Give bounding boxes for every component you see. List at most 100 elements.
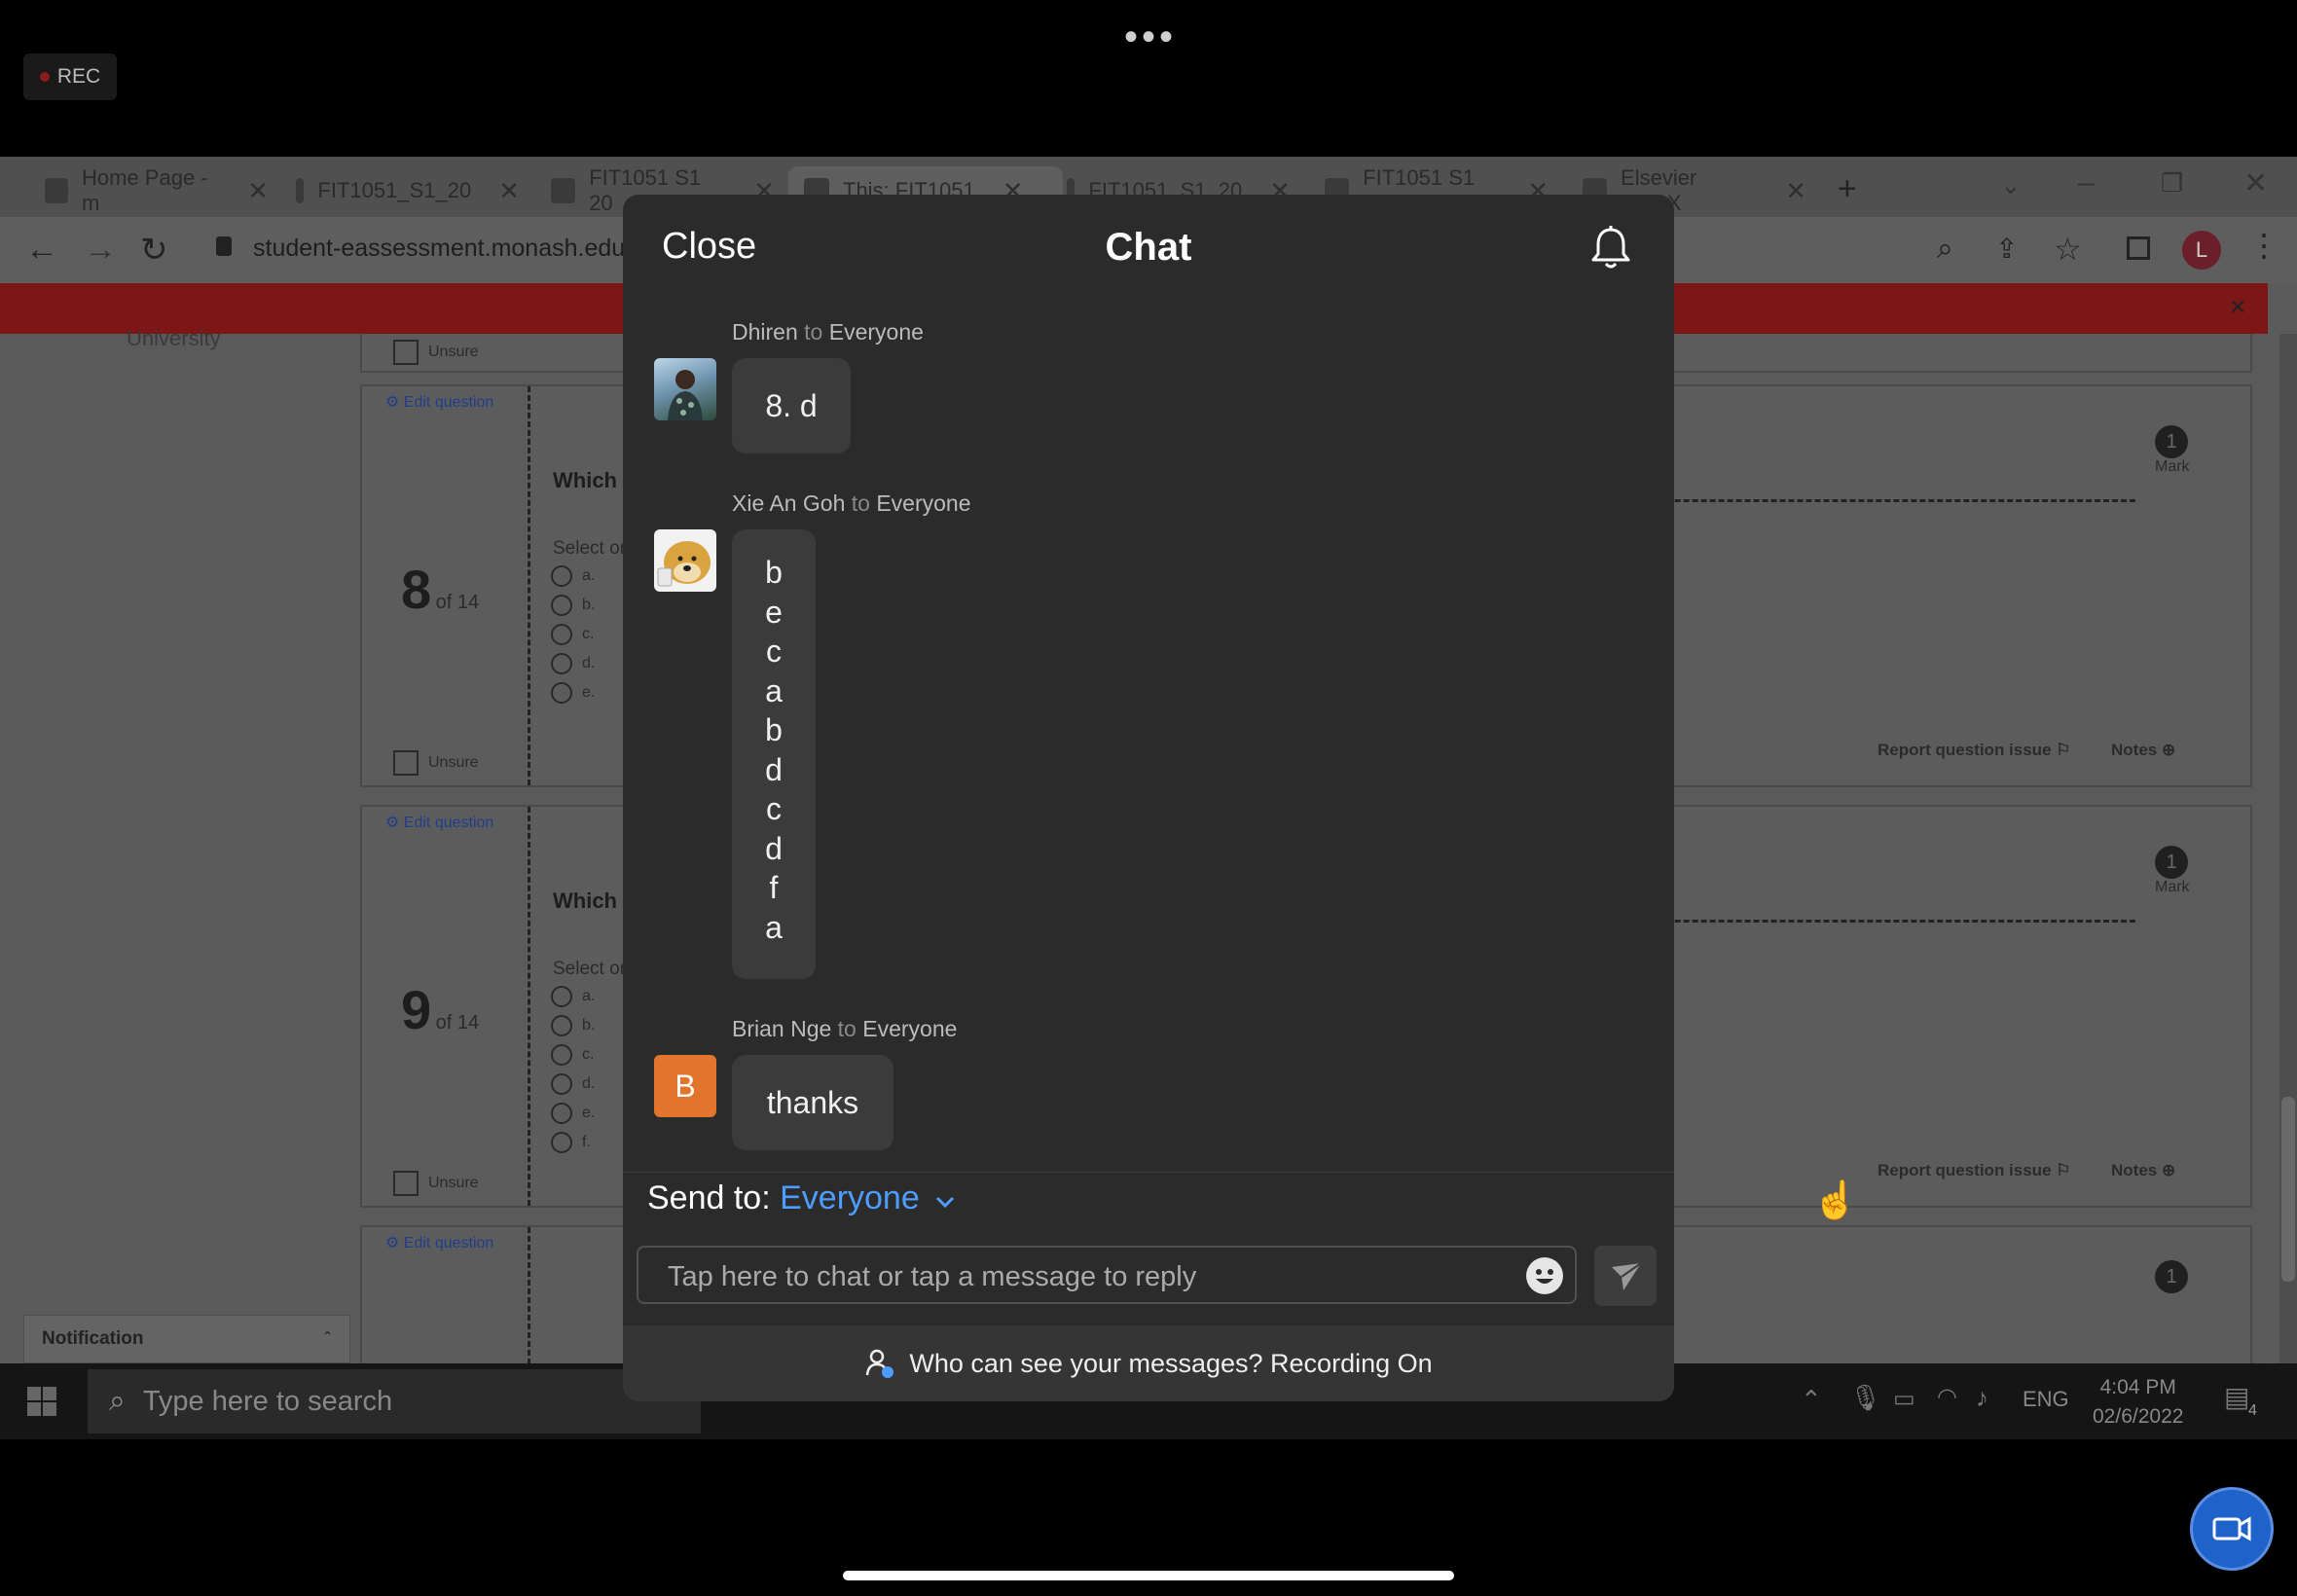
message-bubble[interactable]: thanks (732, 1055, 893, 1150)
profile-avatar[interactable]: L (2182, 231, 2221, 270)
report-issue-link[interactable]: Report question issue ⚐ (1878, 1161, 2071, 1180)
close-window-icon[interactable]: ✕ (2243, 166, 2268, 200)
unsure-label: Unsure (428, 1175, 479, 1191)
clock-date: 02/6/2022 (2093, 1405, 2184, 1428)
option-e[interactable]: e. (551, 1103, 595, 1124)
avatar (654, 358, 716, 420)
edit-question-link[interactable]: ⚙ Edit question (385, 1233, 493, 1252)
recipient-name: Everyone (828, 319, 924, 345)
edit-question-link[interactable]: ⚙ Edit question (385, 392, 493, 412)
edit-question-link[interactable]: ⚙ Edit question (385, 813, 493, 832)
radio-icon (551, 624, 572, 645)
close-tab-icon[interactable]: ✕ (498, 176, 520, 206)
option-a[interactable]: a. (551, 986, 595, 1007)
option-d[interactable]: d. (551, 1073, 595, 1095)
windows-start-icon[interactable] (27, 1387, 56, 1416)
option-label: c. (582, 626, 595, 642)
url-field[interactable]: student-eassessment.monash.edu (253, 235, 625, 263)
bookmark-star-icon[interactable]: ☆ (2054, 231, 2082, 268)
notification-panel[interactable]: Notification ˆ (23, 1315, 350, 1363)
menu-kebab-icon[interactable]: ⋮ (2248, 227, 2279, 264)
option-f[interactable]: f. (551, 1132, 595, 1153)
forward-icon[interactable]: → (84, 231, 117, 269)
university-logo-text: University (127, 326, 221, 350)
option-d[interactable]: d. (551, 653, 595, 674)
notification-count: 4 (2248, 1402, 2257, 1419)
question-number: 9 of 14 (401, 978, 479, 1041)
browser-tab[interactable]: Home Page - m ✕ (29, 165, 284, 215)
notes-link[interactable]: Notes ⊕ (2111, 741, 2175, 760)
zoom-icon[interactable]: ⌕ (1937, 233, 1953, 266)
unsure-label: Unsure (428, 344, 479, 360)
send-to-selector[interactable]: Send to: Everyone (647, 1179, 956, 1217)
mark-label: Mark (2155, 879, 2190, 895)
send-icon[interactable] (1594, 1246, 1657, 1306)
notes-label: Notes (2111, 741, 2158, 759)
checkbox-icon (393, 750, 419, 776)
radio-icon (551, 1103, 572, 1124)
option-label: f. (582, 1134, 591, 1150)
emoji-icon[interactable] (1526, 1257, 1563, 1294)
share-icon[interactable]: ⇪ (1995, 233, 2018, 265)
side-panel-icon[interactable] (2127, 236, 2150, 260)
more-options-icon[interactable]: ••• (1124, 16, 1177, 59)
checkbox-icon (393, 1171, 419, 1196)
chat-title: Chat (1105, 226, 1192, 269)
scrollbar[interactable] (2279, 334, 2297, 1439)
radio-icon (551, 595, 572, 616)
language-indicator[interactable]: ENG (2023, 1387, 2069, 1412)
user-privacy-icon (866, 1349, 894, 1378)
scrollbar-thumb[interactable] (2281, 1097, 2295, 1282)
report-issue-link[interactable]: Report question issue ⚐ (1878, 741, 2071, 760)
home-indicator[interactable] (843, 1571, 1454, 1580)
mark-value: 1 (2155, 425, 2188, 458)
option-b[interactable]: b. (551, 1015, 595, 1036)
hand-cursor-icon: ☝ (1812, 1180, 1859, 1221)
bell-icon[interactable] (1589, 224, 1632, 271)
recipient-name: Everyone (862, 1016, 958, 1041)
banner-close-icon[interactable]: ✕ (2229, 295, 2246, 320)
option-c[interactable]: c. (551, 1044, 595, 1066)
option-a[interactable]: a. (551, 565, 595, 587)
message-bubble[interactable]: b e c a b d c d f a (732, 529, 816, 979)
options-list: a. b. c. d. e. (551, 565, 595, 704)
option-c[interactable]: c. (551, 624, 595, 645)
radio-icon (551, 682, 572, 704)
option-label: b. (582, 597, 596, 613)
video-camera-button[interactable] (2190, 1487, 2274, 1571)
message-bubble[interactable]: 8. d (732, 358, 851, 453)
new-tab-icon[interactable]: + (1838, 170, 1857, 208)
notes-link[interactable]: Notes ⊕ (2111, 1161, 2175, 1180)
message-sender: Dhiren to Everyone (732, 319, 924, 345)
privacy-footer[interactable]: Who can see your messages? Recording On (623, 1325, 1674, 1401)
tab-search-icon[interactable]: ⌄ (2000, 170, 2022, 200)
reload-icon[interactable]: ↻ (140, 231, 168, 270)
mark-label: Mark (2155, 458, 2190, 475)
divider-line (528, 807, 530, 1206)
chat-input[interactable]: Tap here to chat or tap a message to rep… (637, 1246, 1577, 1304)
minimize-icon[interactable]: – (2078, 166, 2095, 200)
unsure-checkbox[interactable]: Unsure (393, 750, 479, 776)
video-camera-icon (2212, 1516, 2251, 1542)
option-b[interactable]: b. (551, 595, 595, 616)
browser-tab[interactable]: FIT1051_S1_20 ✕ (280, 166, 535, 215)
restore-icon[interactable]: ❐ (2161, 168, 2183, 199)
close-tab-icon[interactable]: ✕ (247, 176, 269, 206)
unsure-checkbox[interactable]: Unsure (393, 340, 479, 365)
option-e[interactable]: e. (551, 682, 595, 704)
action-center-icon[interactable]: ▤ (2224, 1381, 2249, 1413)
radio-icon (551, 986, 572, 1007)
edit-question-label: Edit question (403, 1235, 494, 1251)
back-icon[interactable]: ← (25, 231, 58, 269)
close-tab-icon[interactable]: ✕ (1785, 176, 1806, 206)
clock[interactable]: 4:04 PM 02/6/2022 (2093, 1373, 2183, 1432)
tray-chevron-icon[interactable]: ⌃ (1801, 1385, 1822, 1415)
search-placeholder: Type here to search (142, 1385, 393, 1417)
taskbar-search[interactable]: ⌕ Type here to search (88, 1369, 701, 1433)
unsure-checkbox[interactable]: Unsure (393, 1171, 479, 1196)
select-instruction: Select or (553, 959, 626, 979)
question-of-total: of 14 (435, 1012, 480, 1034)
clock-time: 4:04 PM (2099, 1376, 2176, 1398)
mark-badge: 1 Mark (2155, 425, 2190, 476)
option-label: a. (582, 567, 596, 584)
